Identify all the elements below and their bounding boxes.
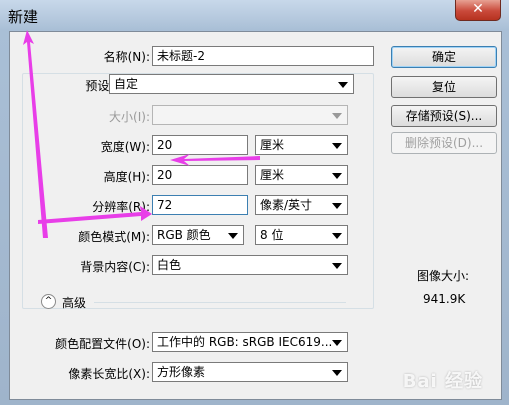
aspect-select[interactable]: 方形像素 bbox=[152, 362, 348, 382]
resolution-unit-value: 像素/英寸 bbox=[260, 198, 313, 212]
reset-button[interactable]: 复位 bbox=[391, 76, 497, 98]
chevron-down-icon bbox=[332, 263, 342, 269]
color-mode-label: 颜色模式(M): bbox=[78, 230, 150, 244]
chevron-down-icon bbox=[332, 370, 342, 376]
image-size-value: 941.9K bbox=[423, 292, 466, 306]
chevron-down-icon bbox=[332, 173, 342, 179]
chevron-down-icon bbox=[332, 143, 342, 149]
width-unit-select[interactable]: 厘米 bbox=[255, 135, 348, 155]
profile-label: 颜色配置文件(O): bbox=[55, 337, 150, 351]
preset-value: 自定 bbox=[114, 77, 139, 91]
resolution-input[interactable]: 72 bbox=[152, 195, 248, 215]
close-button[interactable]: ✕ bbox=[455, 0, 501, 21]
advanced-label[interactable]: 高级 bbox=[62, 294, 86, 311]
preset-select[interactable]: 自定 bbox=[109, 74, 354, 94]
new-document-dialog: 新建 ✕ 名称(N): 未标题-2 预设(P): 自定 大小(I): 宽度(W)… bbox=[0, 0, 509, 405]
name-input[interactable]: 未标题-2 bbox=[152, 46, 374, 66]
dialog-title: 新建 bbox=[8, 8, 39, 26]
save-preset-button[interactable]: 存储预设(S)... bbox=[391, 105, 497, 127]
height-unit-select[interactable]: 厘米 bbox=[255, 165, 348, 185]
width-input[interactable]: 20 bbox=[152, 135, 248, 155]
background-select[interactable]: 白色 bbox=[152, 255, 348, 275]
aspect-value: 方形像素 bbox=[157, 365, 206, 379]
profile-select[interactable]: 工作中的 RGB: sRGB IEC619... bbox=[152, 332, 348, 352]
height-label: 高度(H): bbox=[103, 170, 150, 184]
height-input[interactable]: 20 bbox=[152, 165, 248, 185]
aspect-label: 像素长宽比(X): bbox=[68, 367, 150, 381]
chevron-down-icon bbox=[332, 113, 342, 119]
title-bar[interactable]: 新建 ✕ bbox=[0, 0, 509, 30]
chevron-down-icon bbox=[338, 82, 348, 88]
baidu-watermark: Bai 经验 bbox=[402, 371, 483, 392]
width-unit-value: 厘米 bbox=[260, 138, 285, 152]
chevron-down-icon bbox=[228, 233, 238, 239]
bit-depth-value: 8 位 bbox=[260, 228, 284, 242]
background-value: 白色 bbox=[157, 258, 182, 272]
image-size-label: 图像大小: bbox=[417, 269, 470, 283]
resolution-label: 分辨率(R): bbox=[92, 200, 150, 214]
name-label: 名称(N): bbox=[103, 50, 150, 64]
width-label: 宽度(W): bbox=[100, 140, 150, 154]
background-label: 背景内容(C): bbox=[80, 260, 150, 274]
bit-depth-select[interactable]: 8 位 bbox=[255, 225, 348, 245]
ok-button[interactable]: 确定 bbox=[391, 46, 497, 68]
color-mode-select[interactable]: RGB 颜色 bbox=[152, 225, 244, 245]
delete-preset-button[interactable]: 删除预设(D)... bbox=[391, 132, 497, 154]
advanced-toggle-icon[interactable]: ^ bbox=[41, 294, 56, 309]
height-unit-value: 厘米 bbox=[260, 168, 285, 182]
color-mode-value: RGB 颜色 bbox=[157, 228, 211, 242]
resolution-unit-select[interactable]: 像素/英寸 bbox=[255, 195, 348, 215]
advanced-divider bbox=[94, 302, 346, 303]
dialog-body: 名称(N): 未标题-2 预设(P): 自定 大小(I): 宽度(W): 20 … bbox=[9, 31, 502, 400]
profile-value: 工作中的 RGB: sRGB IEC619... bbox=[157, 335, 333, 349]
size-label: 大小(I): bbox=[109, 110, 150, 124]
chevron-down-icon bbox=[332, 203, 342, 209]
close-icon: ✕ bbox=[472, 1, 484, 17]
chevron-down-icon bbox=[332, 340, 342, 346]
size-select[interactable] bbox=[152, 105, 348, 125]
chevron-down-icon bbox=[332, 233, 342, 239]
